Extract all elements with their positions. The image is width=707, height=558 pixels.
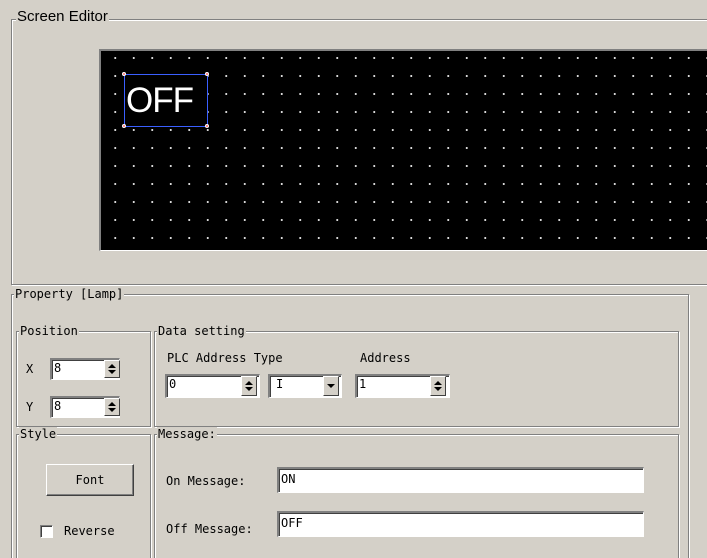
screen-editor-title: Screen Editor	[16, 8, 109, 25]
font-button[interactable]: Font	[46, 464, 134, 496]
message-title: Message:	[157, 427, 217, 441]
on-message-label: On Message:	[166, 474, 246, 488]
plc-spin-buttons-icon[interactable]	[241, 376, 257, 396]
reverse-checkbox[interactable]	[40, 525, 53, 538]
x-spin-buttons-icon[interactable]	[104, 360, 120, 378]
x-label: X	[26, 362, 34, 376]
resize-handle-br[interactable]	[205, 124, 209, 128]
style-title: Style	[19, 427, 58, 441]
reverse-label: Reverse	[64, 524, 115, 538]
position-title: Position	[19, 324, 79, 338]
style-group: Style	[16, 427, 151, 558]
plc-address-type-label: PLC Address Type	[167, 351, 283, 365]
y-label: Y	[26, 400, 34, 414]
resize-handle-tr[interactable]	[205, 72, 209, 76]
resize-handle-bl[interactable]	[122, 124, 126, 128]
lamp-object[interactable]: OFF	[124, 74, 208, 127]
resize-handle-tl[interactable]	[122, 72, 126, 76]
property-title: Property [Lamp]	[14, 287, 125, 301]
off-message-input[interactable]: OFF	[277, 511, 644, 537]
y-spin-buttons-icon[interactable]	[104, 398, 120, 416]
data-setting-title: Data setting	[157, 324, 246, 338]
address-spin-buttons-icon[interactable]	[430, 376, 446, 396]
off-message-label: Off Message:	[166, 522, 253, 536]
on-message-input[interactable]: ON	[277, 467, 644, 493]
type-chevron-down-icon[interactable]	[323, 376, 339, 396]
message-group: Message:	[154, 427, 679, 558]
address-label: Address	[360, 351, 411, 365]
